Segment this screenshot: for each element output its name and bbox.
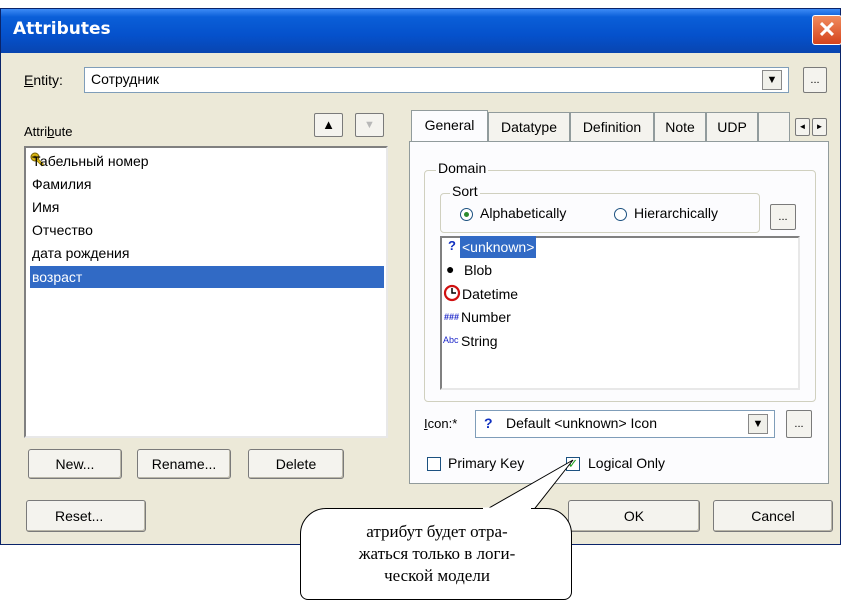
callout-pointer-seam xyxy=(483,507,531,511)
